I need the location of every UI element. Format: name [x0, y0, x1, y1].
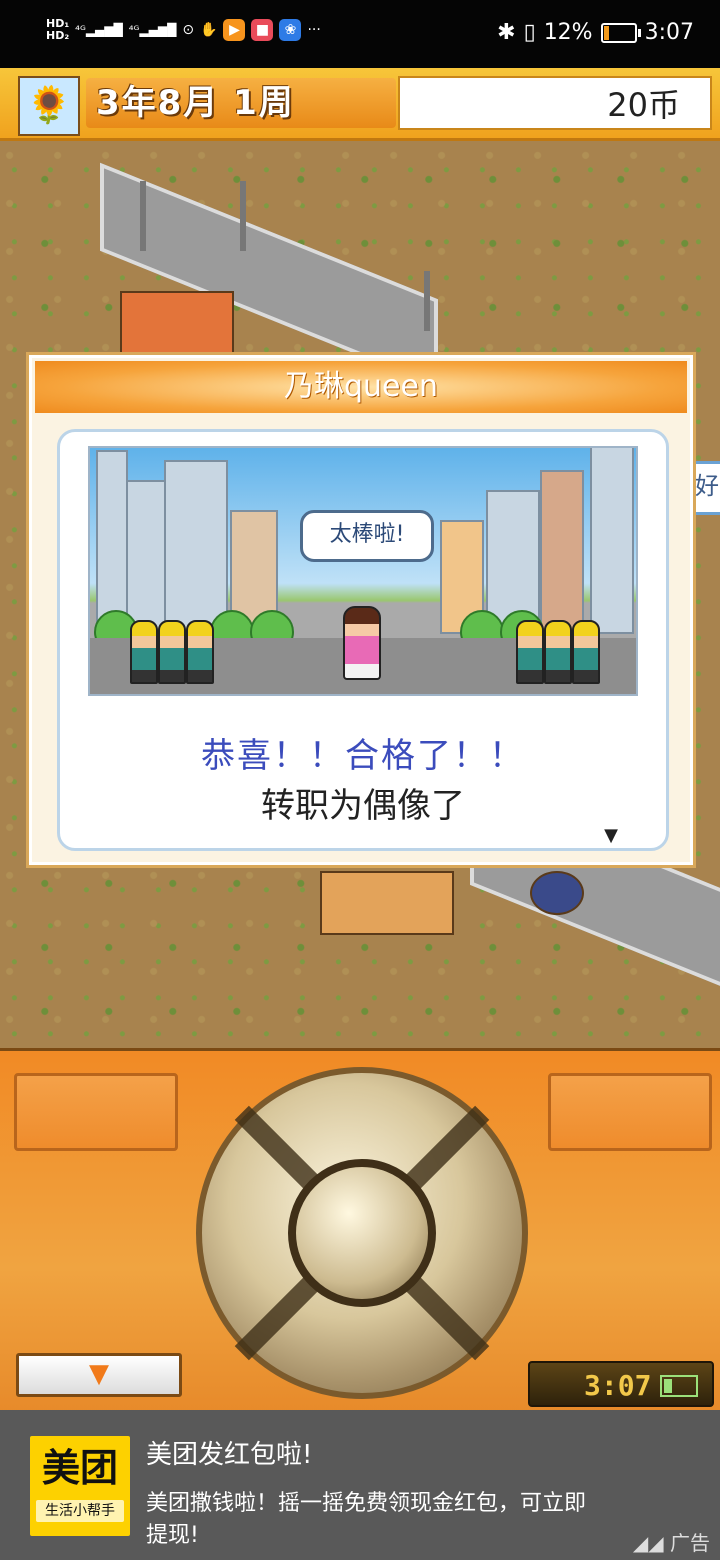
worker-figure	[544, 620, 572, 684]
scene-building	[164, 460, 228, 634]
status-right: ✱ ▯ 12% 3:07	[497, 20, 694, 45]
dialog-title: 乃琳queen	[35, 361, 687, 413]
scene-building	[126, 480, 166, 634]
worker-figure	[130, 620, 158, 684]
vibrate-icon: ▯	[523, 20, 536, 45]
game-clock: 3:07	[528, 1361, 714, 1407]
map-building[interactable]	[120, 291, 234, 355]
status-left: HD₁ HD₂ ⁴ᴳ▂▄▆█ ⁴ᴳ▂▄▆█ ⊙ ✋ ▶ ■ ❀ ···	[46, 18, 321, 42]
right-panel-button[interactable]	[548, 1073, 712, 1151]
scene-building	[96, 450, 128, 634]
worker-figure	[572, 620, 600, 684]
ad-brand-sub: 生活小帮手	[36, 1500, 124, 1522]
directional-pad[interactable]	[196, 1067, 528, 1399]
map-vehicle	[530, 871, 584, 915]
ad-title[interactable]: 美团发红包啦!	[146, 1434, 312, 1471]
map-building-2[interactable]	[320, 871, 454, 935]
idol-figure	[343, 606, 381, 680]
app-icon-2: ✋	[200, 22, 218, 38]
more-icon: ···	[307, 22, 321, 38]
ad-banner[interactable]: 美团 生活小帮手 美团发红包啦! 美团撒钱啦！摇一摇免费领现金红包，可立即提现!…	[0, 1410, 720, 1560]
sunflower-icon[interactable]: 🌻	[18, 76, 80, 136]
control-panel: ▼ 3:07	[0, 1048, 720, 1413]
utility-pole	[140, 181, 146, 251]
hd-icon: HD₁ HD₂	[46, 17, 70, 42]
worker-figure	[516, 620, 544, 684]
coin-counter: 20币	[398, 76, 712, 130]
scene-building	[590, 448, 634, 634]
app-icon-1: ⊙	[182, 22, 195, 38]
collapse-button[interactable]: ▼	[16, 1353, 182, 1397]
battery-percent: 12%	[543, 20, 593, 45]
status-bar: HD₁ HD₂ ⁴ᴳ▂▄▆█ ⁴ᴳ▂▄▆█ ⊙ ✋ ▶ ■ ❀ ··· ✱ ▯ 1…	[0, 0, 720, 68]
app-icon-4: ■	[251, 19, 274, 41]
utility-pole-3	[424, 271, 430, 331]
game-top-bar: 🌻 3年8月 1周 20币	[0, 68, 720, 141]
worker-figure	[186, 620, 214, 684]
ad-body[interactable]: 美团撒钱啦！摇一摇免费领现金红包，可立即提现!	[146, 1488, 606, 1544]
dialog-content: 太棒啦! 恭喜！！合格了！！ 转职为偶像了 ▼	[57, 429, 669, 851]
job-change-message: 转职为偶像了	[261, 786, 465, 826]
ad-label: ◢◢ 广告	[632, 1531, 710, 1555]
app-icon-3: ▶	[223, 19, 246, 41]
next-arrow-icon[interactable]: ▼	[604, 825, 618, 846]
dpad-center-button[interactable]	[288, 1159, 436, 1307]
status-time: 3:07	[644, 20, 694, 45]
signal-icon: ⁴ᴳ▂▄▆█	[75, 23, 123, 37]
congrats-message: 恭喜！！合格了！！	[201, 736, 525, 776]
bluetooth-icon: ✱	[497, 20, 516, 45]
left-panel-button[interactable]	[14, 1073, 178, 1151]
ad-tag-text: 广告	[670, 1531, 710, 1555]
battery-icon	[660, 1375, 698, 1397]
utility-pole-2	[240, 181, 246, 251]
meituan-logo[interactable]: 美团 生活小帮手	[30, 1436, 130, 1536]
battery-icon	[600, 22, 641, 43]
event-dialog[interactable]: 乃琳queen 太棒啦! 恭喜！！合格了！！ 转职为偶像了 ▼	[26, 352, 696, 868]
signal-icon-2: ⁴ᴳ▂▄▆█	[128, 23, 177, 37]
game-date: 3年8月 1周	[86, 78, 396, 128]
worker-figure	[158, 620, 186, 684]
ad-brand: 美团	[41, 1446, 118, 1490]
clock-time: 3:07	[584, 1369, 652, 1402]
scene-building	[540, 470, 584, 634]
scene-illustration: 太棒啦!	[88, 446, 638, 696]
app-icon-5: ❀	[279, 19, 302, 41]
scene-speech-bubble: 太棒啦!	[300, 510, 434, 562]
